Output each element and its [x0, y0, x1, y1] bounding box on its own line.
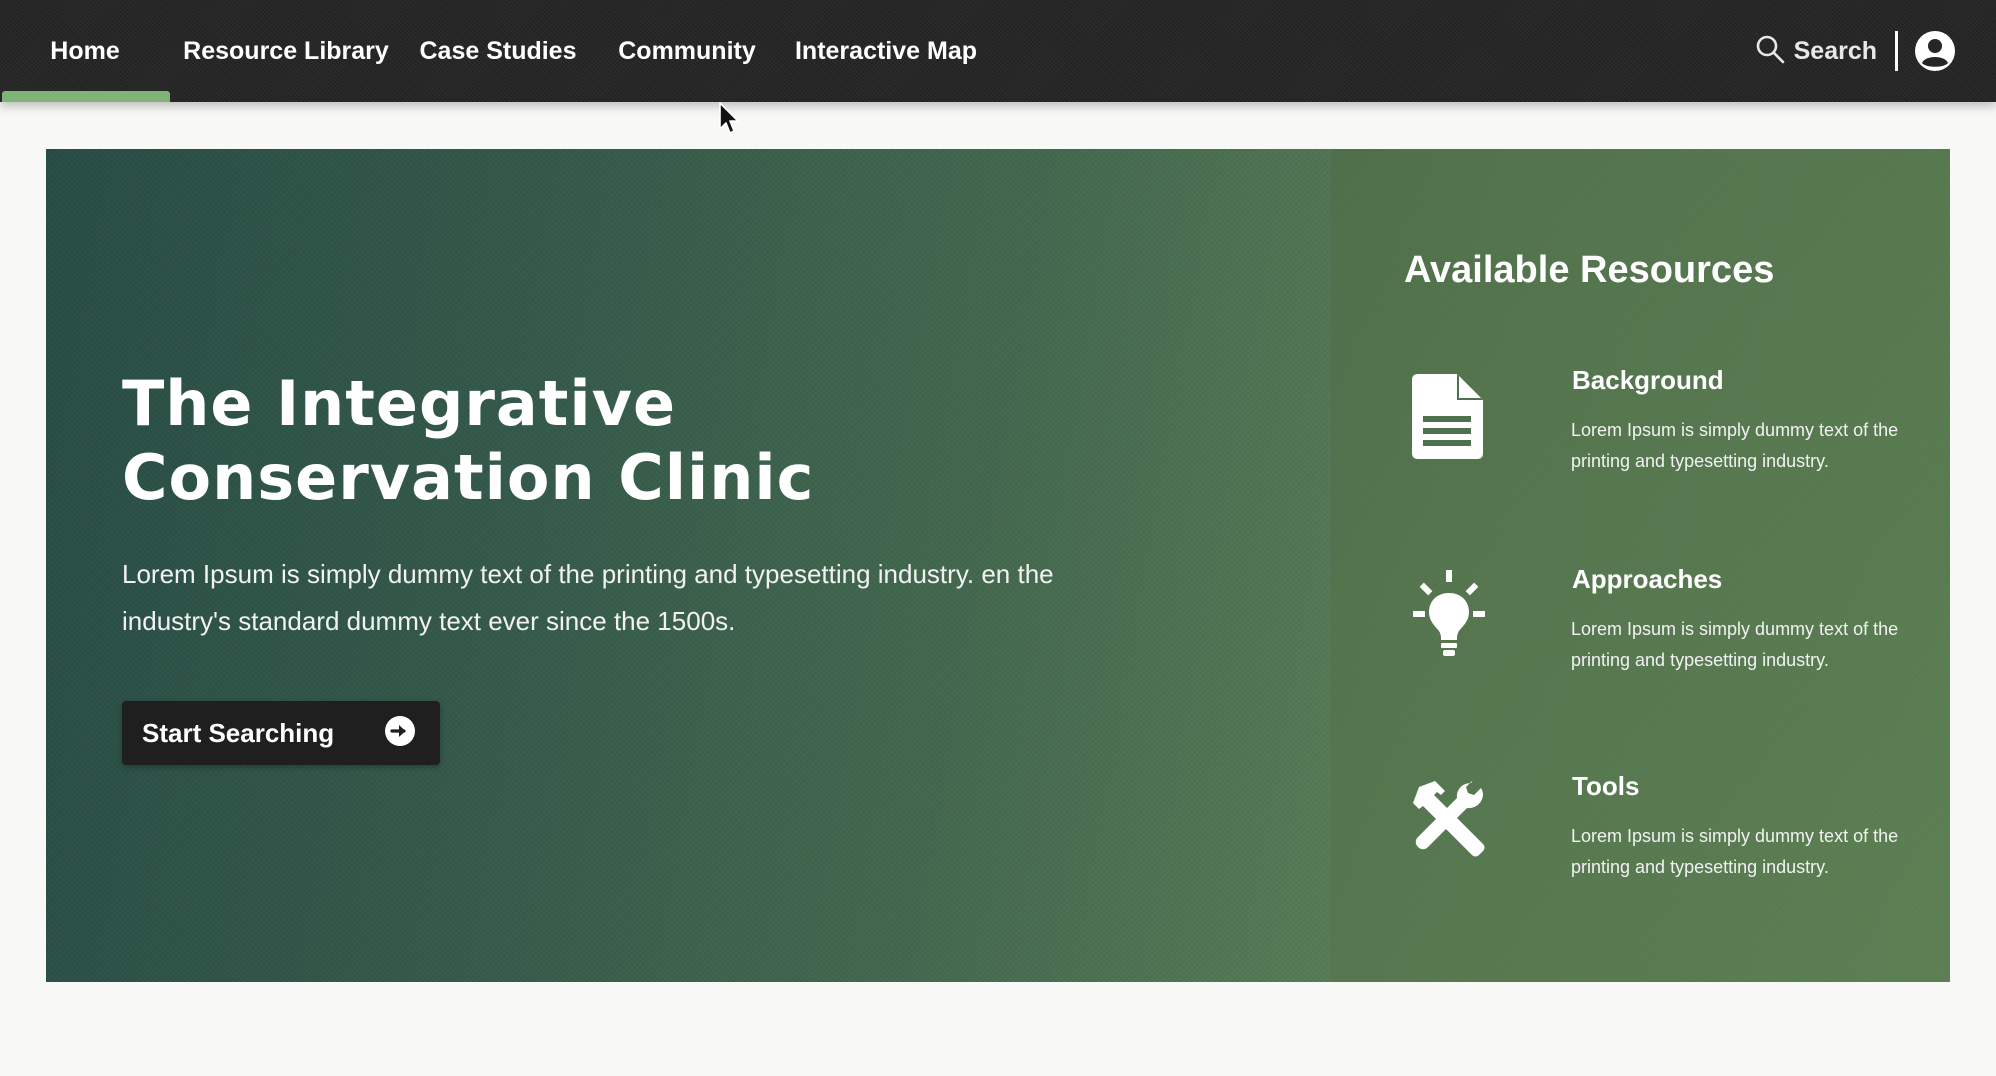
nav-item-resource-library[interactable]: Resource Library — [170, 0, 402, 102]
mouse-cursor-icon — [719, 102, 739, 134]
resource-item-background[interactable]: Background Lorem Ipsum is simply dummy t… — [1401, 365, 1921, 505]
resource-description-background: Lorem Ipsum is simply dummy text of the … — [1571, 420, 1899, 471]
resource-description-approaches: Lorem Ipsum is simply dummy text of the … — [1571, 619, 1899, 670]
search-button[interactable]: Search — [1754, 33, 1877, 70]
hero-title-line-2: Conservation Clinic — [122, 441, 815, 514]
hero-banner: The Integrative Conservation Clinic Lore… — [46, 149, 1950, 982]
resources-title: Available Resources — [1404, 249, 1775, 291]
resource-item-approaches[interactable]: Approaches Lorem Ipsum is simply dummy t… — [1401, 564, 1921, 704]
nav-divider — [1895, 31, 1898, 71]
document-icon — [1401, 365, 1497, 465]
arrow-right-circle-icon — [384, 715, 416, 752]
top-navbar: Home Resource Library Case Studies Commu… — [0, 0, 1996, 102]
available-resources-panel: Available Resources Background Lorem Ips… — [1331, 149, 1950, 982]
resource-title-approaches: Approaches — [1572, 564, 1723, 594]
search-label: Search — [1793, 36, 1877, 65]
nav-item-case-studies[interactable]: Case Studies — [418, 0, 578, 102]
page: Home Resource Library Case Studies Commu… — [0, 0, 1996, 1076]
resource-description-tools: Lorem Ipsum is simply dummy text of the … — [1571, 826, 1899, 877]
start-searching-label: Start Searching — [142, 717, 335, 748]
user-account-icon[interactable] — [1914, 30, 1956, 72]
resource-item-tools[interactable]: Tools Lorem Ipsum is simply dummy text o… — [1401, 771, 1921, 911]
hero-content: The Integrative Conservation Clinic Lore… — [122, 367, 1222, 765]
nav-item-home[interactable]: Home — [0, 0, 170, 102]
search-icon — [1754, 33, 1794, 70]
start-searching-button[interactable]: Start Searching — [122, 701, 440, 765]
hero-description: Lorem Ipsum is simply dummy text of the … — [122, 559, 1054, 636]
lightbulb-icon — [1401, 564, 1497, 664]
main-nav: Home Resource Library Case Studies Commu… — [0, 0, 980, 102]
resource-title-tools: Tools — [1572, 771, 1640, 801]
tools-icon — [1401, 771, 1497, 871]
nav-item-community[interactable]: Community — [612, 0, 762, 102]
hero-title-line-1: The Integrative — [122, 367, 677, 440]
nav-utilities: Search — [1754, 0, 1956, 102]
resource-title-background: Background — [1572, 365, 1724, 395]
nav-item-interactive-map[interactable]: Interactive Map — [792, 0, 980, 102]
hero-title: The Integrative Conservation Clinic — [122, 367, 882, 515]
